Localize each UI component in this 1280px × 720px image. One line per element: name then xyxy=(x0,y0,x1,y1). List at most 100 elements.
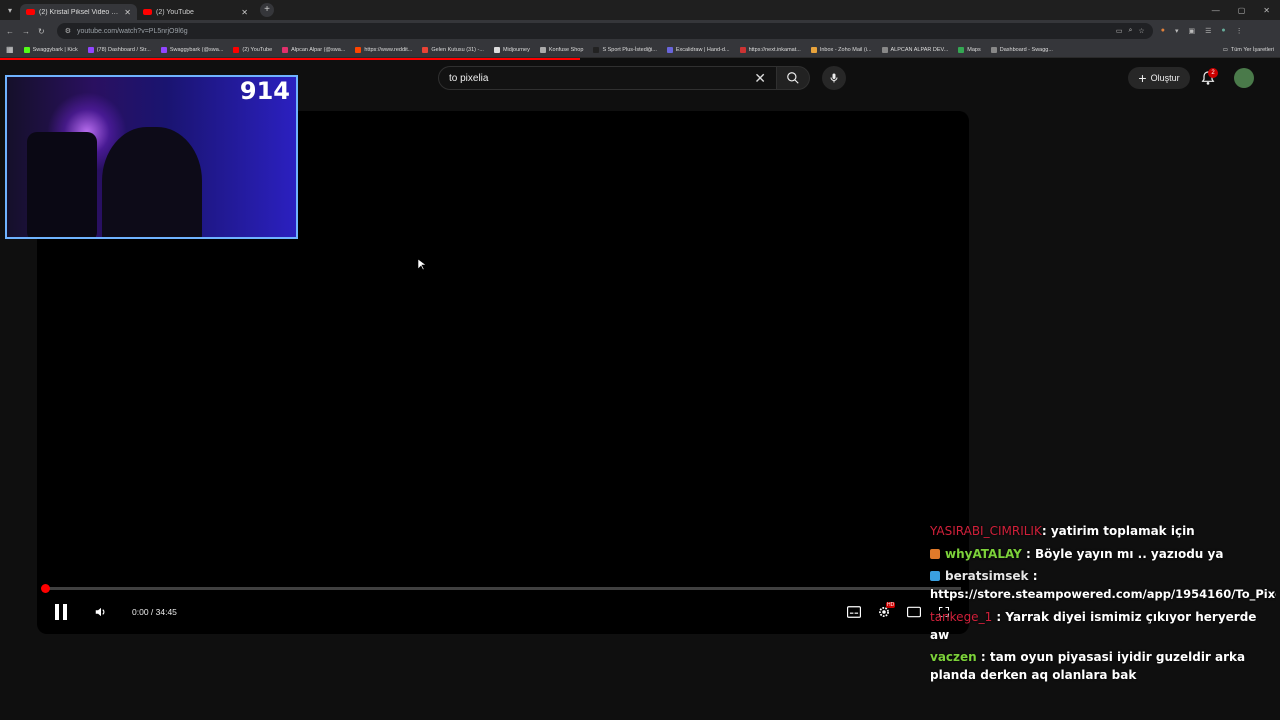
bookmark[interactable]: Swaggybark | Kick xyxy=(23,46,78,53)
search-input[interactable]: to pixelia ✕ xyxy=(438,66,776,90)
extensions-area: ● ▾ ▣ ☰ ● ⋮ xyxy=(1161,27,1243,35)
back-icon[interactable]: ← xyxy=(6,27,14,36)
close-tab-icon[interactable]: ✕ xyxy=(124,8,131,17)
microphone-icon xyxy=(830,73,838,83)
subtitles-icon xyxy=(847,606,861,618)
chat-username: vaczen xyxy=(930,650,977,664)
tab-search-icon[interactable]: ▾ xyxy=(0,6,20,15)
chat-message: whyATALAY : Böyle yayın mı .. yazıodu ya xyxy=(930,545,1276,563)
bookmark[interactable]: ALPCAN ALPAR DEV... xyxy=(881,46,948,53)
window-controls: — ▢ ✕ xyxy=(1212,6,1280,15)
chat-badge-icon xyxy=(930,548,940,559)
time-display: 0:00 / 34:45 xyxy=(132,607,177,617)
chat-text: : yatirim toplamak için xyxy=(1041,524,1195,538)
site-info-icon[interactable]: ⚙ xyxy=(65,27,71,35)
bookmark[interactable]: Gelen Kutusu (31) -... xyxy=(422,46,484,53)
bookmarks-bar: ▦ Swaggybark | Kick (78) Dashboard / Str… xyxy=(0,42,1280,58)
chat-message: YASIRABI_CIMRILIK: yatirim toplamak için xyxy=(930,522,1276,540)
pause-button[interactable] xyxy=(51,602,71,622)
browser-tab-1[interactable]: (2) Kristal Piksel Video Oyun Ö ✕ xyxy=(20,4,137,20)
bookmark[interactable]: https://www.reddit... xyxy=(355,46,412,53)
search-icon xyxy=(787,72,799,84)
bookmark[interactable]: Alpcan Alpar (@swa... xyxy=(282,46,345,53)
browser-tab-strip: ▾ (2) Kristal Piksel Video Oyun Ö ✕ (2) … xyxy=(0,0,1280,20)
chat-message: https://store.steampowered.com/app/19541… xyxy=(930,585,1276,603)
theater-mode-button[interactable] xyxy=(904,602,924,622)
webcam-chair xyxy=(27,132,97,237)
clear-search-icon[interactable]: ✕ xyxy=(754,70,766,87)
profile-icon[interactable]: ● xyxy=(1221,27,1225,35)
chat-message: tankege_1 : Yarrak diyei ismimiz çıkıyor… xyxy=(930,608,1276,644)
settings-button[interactable]: HD xyxy=(874,602,896,622)
bookmark[interactable]: Konfuse Shop xyxy=(539,46,583,53)
chat-badge-icon xyxy=(930,571,940,581)
chat-message: vaczen : tam oyun piyasasi iyidir guzeld… xyxy=(930,648,1276,682)
chat-username: tankege_1 xyxy=(930,609,993,624)
chat-message: beratsimsek : xyxy=(930,567,1276,585)
bookmark[interactable]: Midjourney xyxy=(493,46,530,53)
volume-icon xyxy=(95,607,105,617)
puzzle-icon[interactable]: ▣ xyxy=(1188,27,1195,35)
pause-icon xyxy=(55,604,67,620)
plus-icon: + xyxy=(1138,70,1147,86)
chat-text: : xyxy=(1032,569,1038,583)
apps-icon[interactable]: ▦ xyxy=(6,45,14,54)
search-button[interactable] xyxy=(776,66,810,90)
hd-badge: HD xyxy=(886,602,896,608)
chat-username: YASIRABI_CIMRILIK xyxy=(930,524,1042,538)
youtube-favicon-icon xyxy=(143,9,152,15)
notification-count-badge: 2 xyxy=(1208,68,1218,78)
bookmark[interactable]: Swaggybark (@swa... xyxy=(160,46,223,53)
close-window-icon[interactable]: ✕ xyxy=(1263,6,1270,15)
webcam-streamer xyxy=(102,127,202,237)
subtitles-button[interactable] xyxy=(844,602,864,622)
theater-mode-icon xyxy=(907,606,921,618)
reading-list-icon[interactable]: ☰ xyxy=(1205,27,1211,35)
chat-text: : Böyle yayın mı .. yazıodu ya xyxy=(1026,546,1224,561)
extensions-menu-icon[interactable]: ▾ xyxy=(1175,27,1179,35)
browser-toolbar: ← → ↻ ⚙ youtube.com/watch?v=PL5nrjO9l6g … xyxy=(0,20,1280,42)
browser-tab-2[interactable]: (2) YouTube ✕ xyxy=(137,4,254,20)
reload-icon[interactable]: ↻ xyxy=(38,27,45,36)
create-button[interactable]: + Oluştur xyxy=(1128,67,1190,89)
forward-icon[interactable]: → xyxy=(22,27,30,36)
bookmark[interactable]: Excalidraw | Hand-d... xyxy=(666,46,730,53)
minimize-icon[interactable]: — xyxy=(1212,6,1220,15)
zoom-icon[interactable]: ⌕ xyxy=(1129,27,1133,35)
tab-title: (2) YouTube xyxy=(156,8,194,16)
bookmark[interactable]: S Sport Plus-İstediği... xyxy=(593,46,657,53)
bookmark-star-icon[interactable]: ☆ xyxy=(1138,27,1144,35)
bookmark[interactable]: Dashboard - Swagg... xyxy=(990,46,1053,53)
search-query-text: to pixelia xyxy=(449,72,489,84)
address-bar[interactable]: ⚙ youtube.com/watch?v=PL5nrjO9l6g ▭ ⌕ ☆ xyxy=(56,23,1153,39)
browser-menu-icon[interactable]: ⋮ xyxy=(1236,27,1243,35)
bookmark[interactable]: Inbox - Zoho Mail (i... xyxy=(810,46,872,53)
tab-title: (2) Kristal Piksel Video Oyun Ö xyxy=(39,8,121,16)
bookmark[interactable]: Maps xyxy=(958,46,981,53)
extension-icon[interactable]: ● xyxy=(1161,27,1165,35)
mouse-cursor-icon xyxy=(418,259,426,271)
url-text: youtube.com/watch?v=PL5nrjO9l6g xyxy=(76,27,188,35)
chat-overlay: YASIRABI_CIMRILIK: yatirim toplamak için… xyxy=(930,502,1276,682)
close-tab-icon[interactable]: ✕ xyxy=(241,8,248,17)
cast-icon[interactable]: ▭ xyxy=(1116,27,1123,35)
viewer-count: 914 xyxy=(239,77,290,105)
account-avatar[interactable] xyxy=(1234,68,1254,88)
bookmark[interactable]: https://next.inkamat... xyxy=(739,46,801,53)
webcam-overlay: 914 xyxy=(5,75,298,239)
create-label: Oluştur xyxy=(1150,73,1180,83)
volume-button[interactable] xyxy=(91,602,111,622)
chat-text: https://store.steampowered.com/app/19541… xyxy=(930,587,1276,601)
all-bookmarks-folder[interactable]: ▭ Tüm Yer İşaretleri xyxy=(1223,47,1274,53)
maximize-icon[interactable]: ▢ xyxy=(1238,6,1246,15)
youtube-favicon-icon xyxy=(26,9,35,15)
new-tab-button[interactable]: + xyxy=(260,3,274,17)
bookmark[interactable]: (2) YouTube xyxy=(233,46,272,53)
voice-search-button[interactable] xyxy=(822,66,846,90)
scrubber-handle[interactable] xyxy=(41,584,50,593)
folder-icon: ▭ xyxy=(1222,46,1228,53)
bookmark[interactable]: (78) Dashboard / Str... xyxy=(87,46,151,53)
chat-username: beratsimsek xyxy=(945,569,1029,583)
video-progress-bar[interactable] xyxy=(45,587,961,590)
chat-text: : tam oyun piyasasi iyidir guzeldir arka… xyxy=(930,650,1246,682)
